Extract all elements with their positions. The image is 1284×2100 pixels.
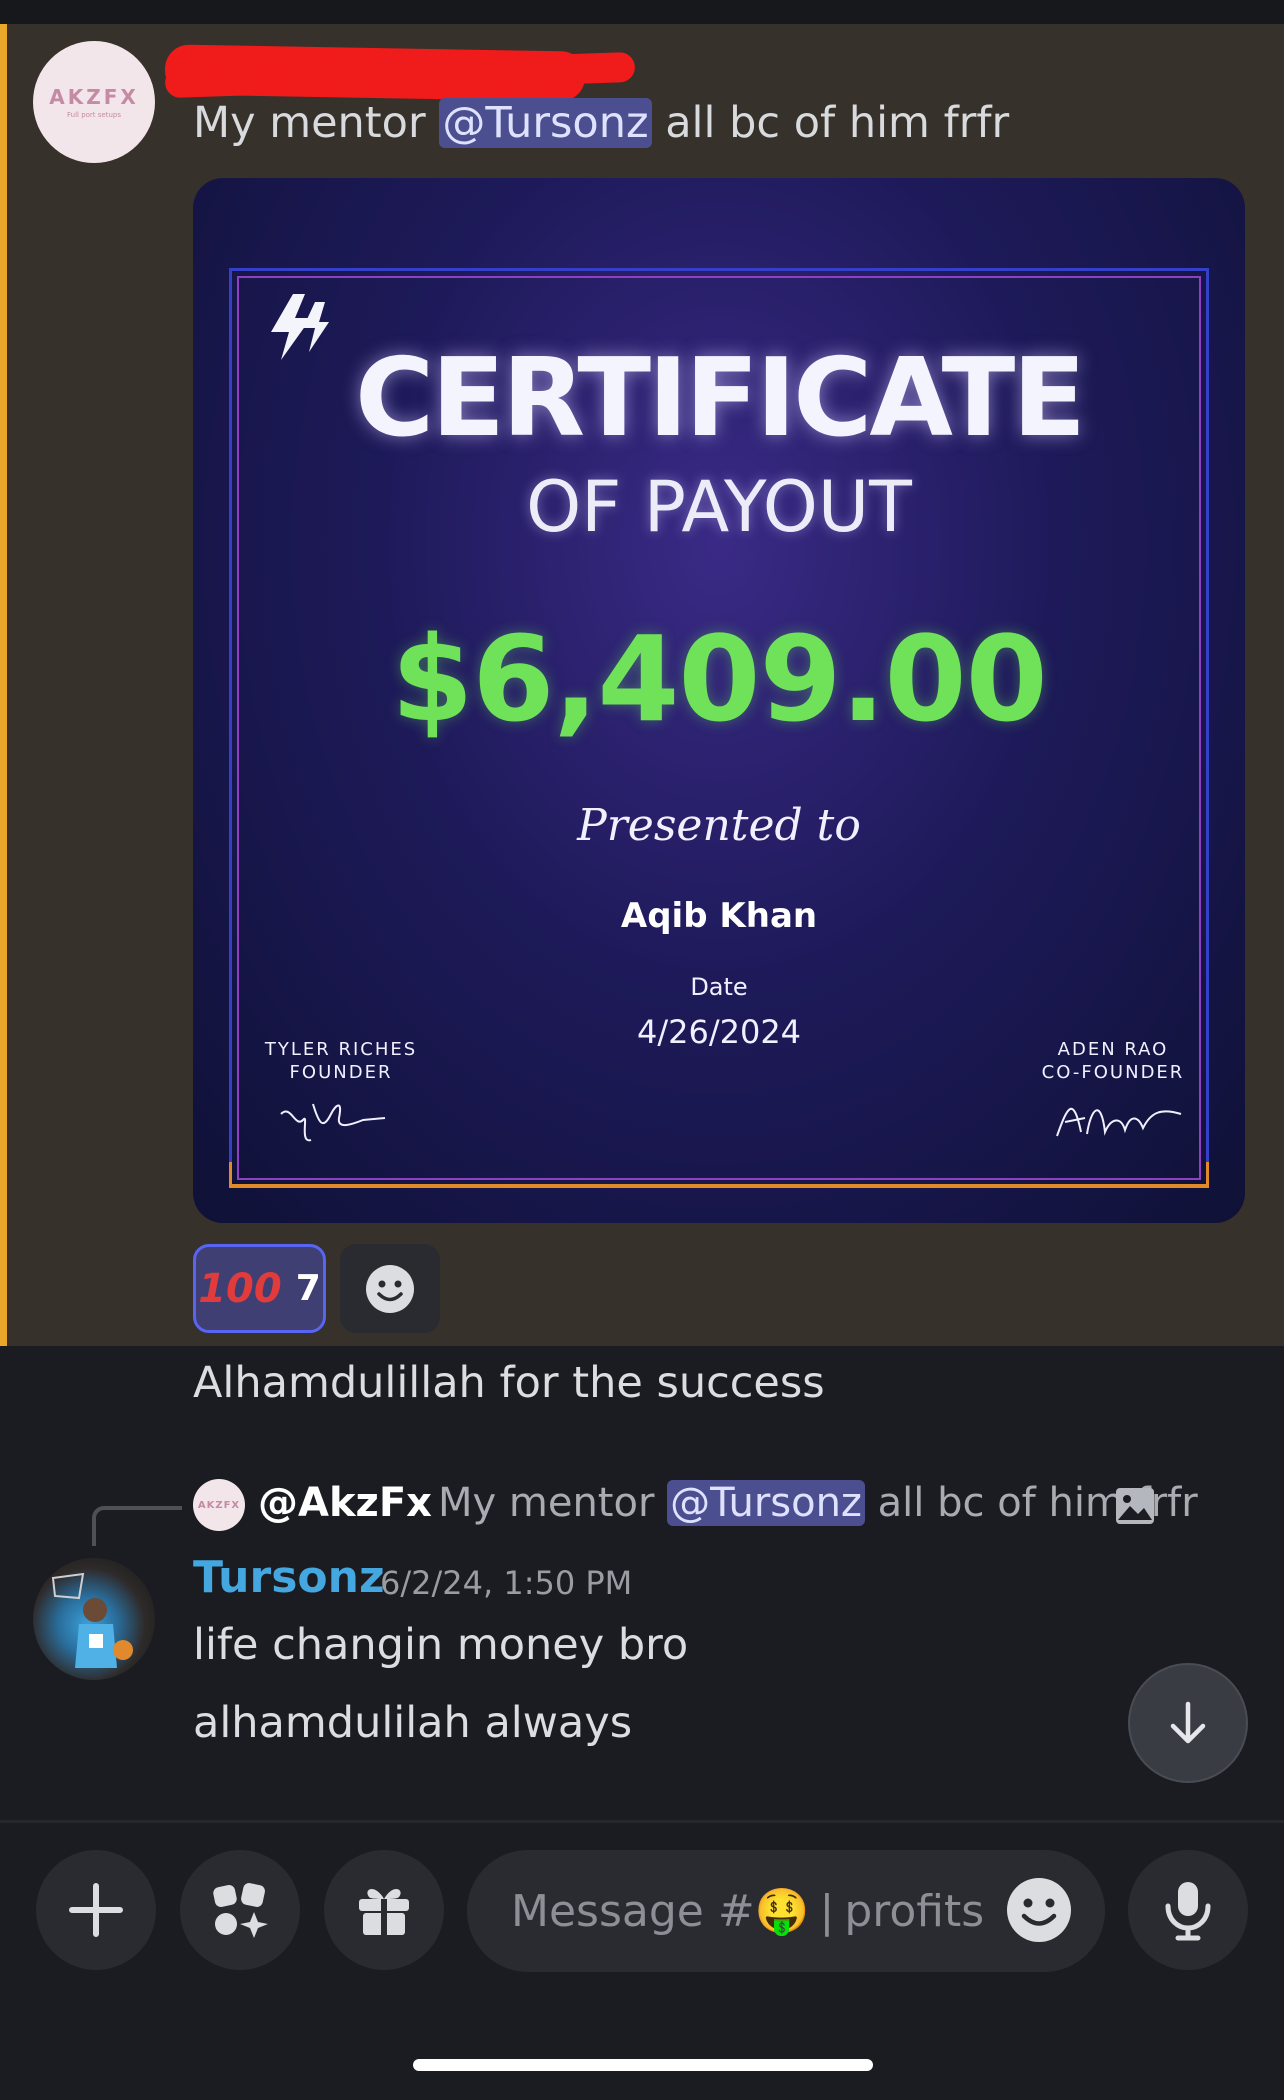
message-text: Alhamdulillah for the success [193, 1358, 825, 1408]
reply-connector [92, 1506, 182, 1546]
home-indicator [413, 2059, 873, 2071]
plus-icon [69, 1883, 123, 1937]
certificate-subtitle: OF PAYOUT [526, 466, 912, 548]
certificate-title: CERTIFICATE [354, 336, 1086, 461]
avatar-photo-icon [51, 1572, 133, 1668]
certificate-image[interactable]: CERTIFICATE OF PAYOUT $6,409.00 Presente… [193, 178, 1245, 1223]
avatar-logo: AKZFX [49, 85, 139, 109]
reply-avatar[interactable]: AKZFX [193, 1479, 245, 1531]
founder-role: FOUNDER [289, 1062, 393, 1083]
status-bar [0, 0, 1284, 24]
smiley-icon [366, 1264, 414, 1313]
payout-amount: $6,409.00 [391, 610, 1047, 748]
reply-author: @AkzFx [258, 1480, 432, 1526]
avatar[interactable]: AKZFX Full port setups [33, 41, 155, 163]
channel-emoji: 🤑 [754, 1886, 810, 1937]
gift-button[interactable] [324, 1850, 444, 1970]
reply-text-start: My mentor [437, 1480, 668, 1526]
emoji-picker-button[interactable] [1004, 1875, 1074, 1949]
message-text-start: My mentor [193, 98, 440, 148]
add-attachment-button[interactable] [36, 1850, 156, 1970]
smiley-icon [1007, 1878, 1071, 1942]
presented-to-label: Presented to [577, 800, 861, 851]
placeholder-prefix: Message # [511, 1885, 755, 1937]
microphone-icon [1165, 1882, 1211, 1941]
avatar-logo-sub: Full port setups [67, 111, 121, 119]
reaction-100[interactable]: 100 7 [193, 1244, 326, 1333]
add-reaction-button[interactable] [340, 1244, 440, 1333]
cofounder-signature-icon [1056, 1107, 1182, 1137]
message-author[interactable]: Tursonz [193, 1552, 385, 1603]
channel-name: profits [844, 1885, 985, 1937]
message-text-end: all bc of him frfr [651, 98, 1010, 148]
founder-signature-block: TYLER RICHES FOUNDER [261, 1038, 421, 1084]
date-label: Date [690, 973, 748, 1001]
apps-button[interactable] [180, 1850, 300, 1970]
cofounder-role: CO-FOUNDER [1041, 1062, 1185, 1083]
arrow-down-icon [1170, 1701, 1206, 1744]
message-timestamp: 6/2/24, 1:50 PM [380, 1564, 633, 1602]
message-text: My mentor @Tursonz all bc of him frfr [193, 98, 1009, 148]
recipient-name: Aqib Khan [620, 896, 818, 936]
founder-signature-icon [280, 1103, 386, 1142]
avatar[interactable] [33, 1558, 155, 1680]
message-text: life changin money bro [193, 1620, 689, 1670]
certificate-border-gold [229, 1162, 1209, 1188]
cofounder-name: ADEN RAO [1057, 1039, 1169, 1060]
cofounder-signature-block: ADEN RAO CO-FOUNDER [1033, 1038, 1193, 1084]
hundred-points-icon: 100 [198, 1265, 282, 1312]
composer-divider [0, 1820, 1284, 1823]
jump-to-bottom-button[interactable] [1128, 1663, 1248, 1783]
placeholder-separator: | [819, 1885, 835, 1937]
founder-name: TYLER RICHES [264, 1039, 418, 1060]
reply-preview[interactable]: @AkzFx My mentor @Tursonz all bc of him f… [258, 1480, 1198, 1526]
reply-mention: @Tursonz [667, 1480, 865, 1526]
gift-icon [359, 1888, 409, 1935]
voice-message-button[interactable] [1128, 1850, 1248, 1970]
message-text: alhamdulilah always [193, 1698, 633, 1748]
user-mention[interactable]: @Tursonz [439, 98, 652, 148]
image-attachment-icon [1116, 1488, 1154, 1524]
apps-icon [213, 1883, 268, 1938]
reaction-count: 7 [295, 1268, 321, 1309]
